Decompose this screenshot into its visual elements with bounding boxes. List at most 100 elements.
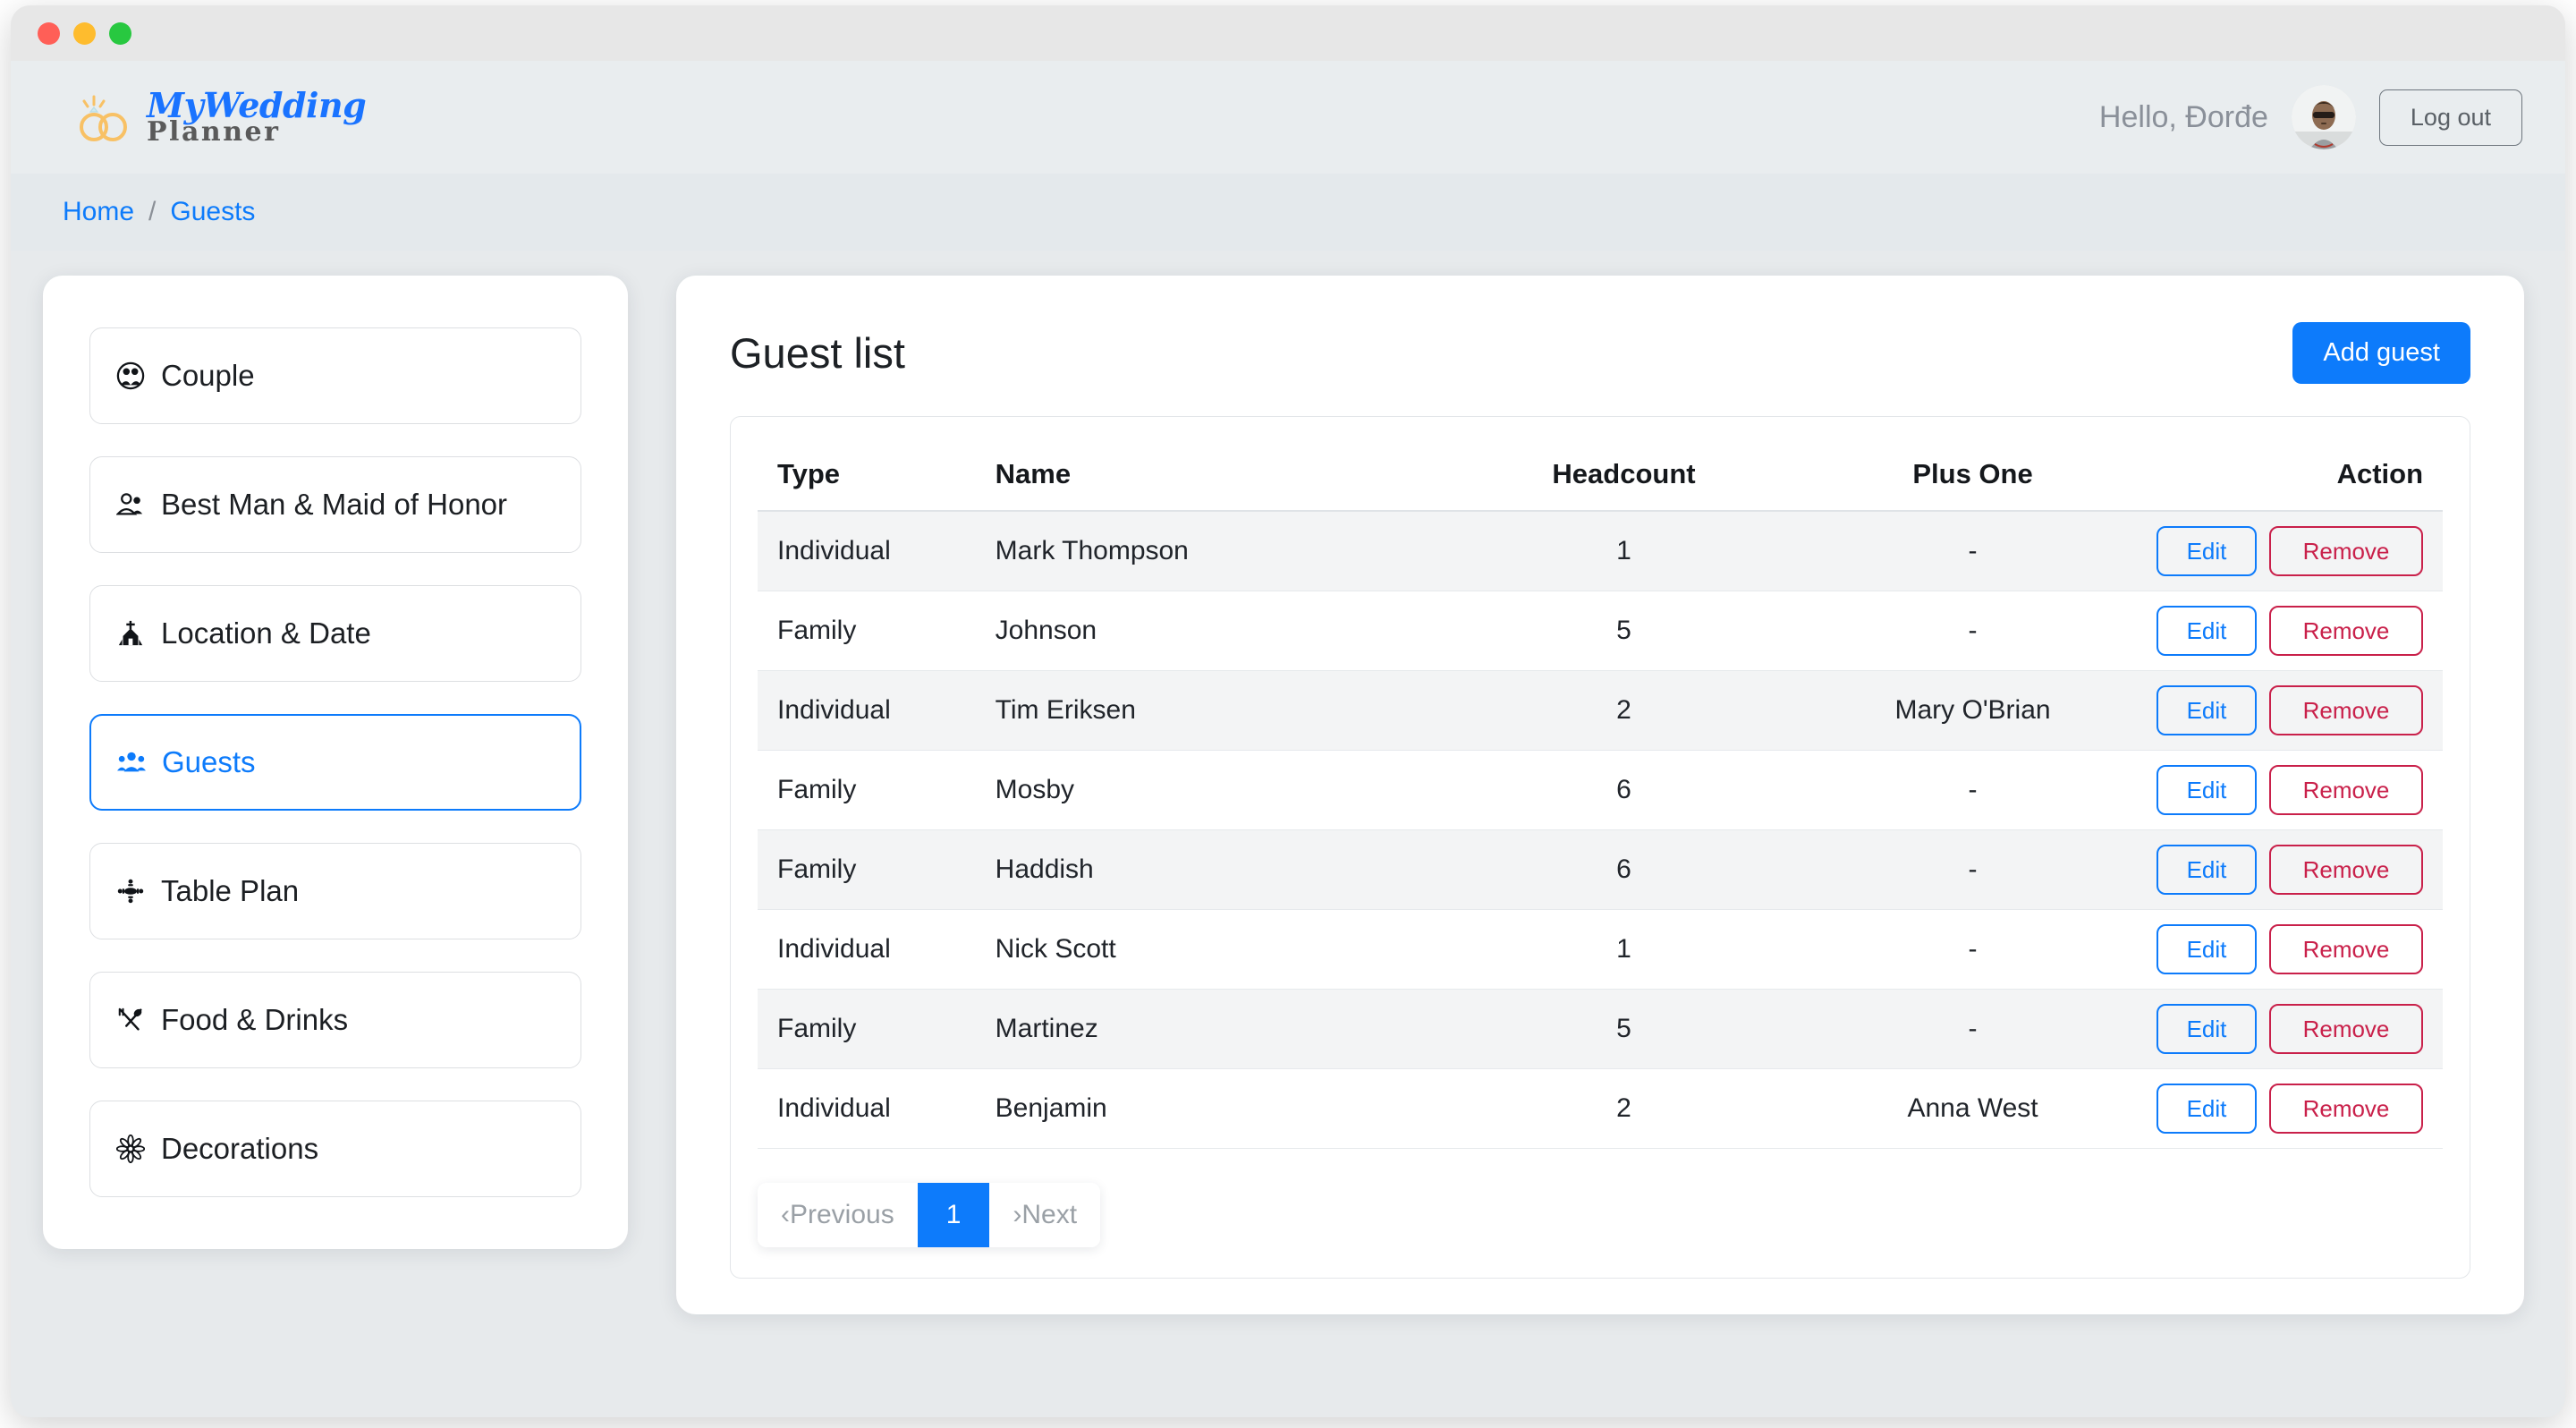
table-head: Type Name Headcount Plus One Action [758,442,2443,512]
guest-table: Type Name Headcount Plus One Action Indi… [758,442,2443,1149]
logout-button[interactable]: Log out [2378,89,2522,146]
cell-headcount: 6 [1449,750,1799,830]
remove-button[interactable]: Remove [2269,684,2423,735]
sidebar-item-label: Decorations [161,1132,319,1165]
cell-headcount: 6 [1449,829,1799,910]
pagination: ‹Previous 1 ›Next [758,1182,1101,1247]
breadcrumb-separator: / [148,197,157,226]
edit-button[interactable]: Edit [2157,525,2257,576]
edit-button[interactable]: Edit [2157,1083,2257,1134]
pagination-page-1-button[interactable]: 1 [917,1182,990,1247]
sidebar-item-guests[interactable]: Guests [89,714,581,811]
table-row: Individual Tim Eriksen 2 Mary O'Brian Edit Re… [758,670,2443,751]
cell-headcount: 2 [1449,1068,1799,1149]
cell-plus-one: - [1798,829,2148,910]
pagination-previous-button[interactable]: ‹Previous [758,1182,918,1247]
breadcrumb-item-home[interactable]: Home [63,197,134,227]
edit-button[interactable]: Edit [2157,844,2257,895]
sidebar-item-couple[interactable]: Couple [89,327,581,424]
cell-headcount: 2 [1449,670,1799,751]
greeting-text: Hello, Đorđe [2098,99,2268,134]
sidebar-item-label: Location & Date [161,616,371,650]
wedding-rings-icon [73,88,132,147]
row-action-group: Edit Remove [2157,1083,2423,1134]
header-user-area: Hello, Đorđe Log out [2099,85,2522,149]
sidebar-item-label: Guests [162,745,256,778]
pagination-next-button[interactable]: ›Next [989,1182,1101,1247]
window-titlebar [11,5,2565,61]
cutlery-icon [115,1005,146,1035]
column-header-action: Action [2148,442,2443,512]
guest-list-panel: Guest list Add guest Type Name Headcount… [676,276,2524,1314]
sidebar-item-label: Food & Drinks [161,1003,349,1036]
row-action-group: Edit Remove [2157,844,2423,895]
sidebar-item-food-drinks[interactable]: Food & Drinks [89,972,581,1068]
column-header-headcount: Headcount [1449,442,1799,512]
table-row: Individual Mark Thompson 1- Edit Remove [758,511,2443,591]
app-logo[interactable]: MyWedding Planner [73,88,367,147]
edit-button[interactable]: Edit [2157,605,2257,656]
cell-type: Individual [758,909,987,990]
cell-name: Mark Thompson [986,511,1450,591]
sidebar-item-location-date[interactable]: Location & Date [89,585,581,682]
cell-name: Benjamin [986,1068,1450,1149]
breadcrumb: Home / Guests [11,174,2565,251]
column-header-name: Name [986,442,1450,512]
remove-button[interactable]: Remove [2269,605,2423,656]
cell-type: Family [758,989,987,1069]
cell-action: Edit Remove [2148,829,2443,910]
panel-header: Guest list Add guest [730,322,2470,384]
close-window-button[interactable] [38,21,60,45]
cell-name: Martinez [986,989,1450,1069]
minimize-window-button[interactable] [73,21,96,45]
add-guest-button[interactable]: Add guest [2292,322,2470,384]
row-action-group: Edit Remove [2157,923,2423,974]
remove-button[interactable]: Remove [2269,764,2423,815]
cell-action: Edit Remove [2148,511,2443,591]
cell-name: Tim Eriksen [986,670,1450,751]
cell-action: Edit Remove [2148,1068,2443,1149]
cell-action: Edit Remove [2148,670,2443,751]
remove-button[interactable]: Remove [2269,1083,2423,1134]
cell-action: Edit Remove [2148,750,2443,830]
edit-button[interactable]: Edit [2157,684,2257,735]
table-row: Individual Benjamin 2 Anna West Edit Remove [758,1068,2443,1149]
maximize-window-button[interactable] [109,21,131,45]
breadcrumb-item-guests[interactable]: Guests [170,197,255,227]
cell-type: Individual [758,511,987,591]
remove-button[interactable]: Remove [2269,844,2423,895]
sidebar-nav: Couple Best Man & Maid of Honor Location… [43,276,628,1249]
sidebar-item-best-man-maid-of-honor[interactable]: Best Man & Maid of Honor [89,456,581,553]
cell-type: Individual [758,1068,987,1149]
sidebar-item-decorations[interactable]: Decorations [89,1101,581,1197]
page-title: Guest list [730,329,905,377]
cell-plus-one: - [1798,909,2148,990]
cell-plus-one: - [1798,750,2148,830]
edit-button[interactable]: Edit [2157,1003,2257,1054]
cell-action: Edit Remove [2148,591,2443,671]
edit-button[interactable]: Edit [2157,764,2257,815]
cell-headcount: 1 [1449,511,1799,591]
column-header-plus-one: Plus One [1798,442,2148,512]
remove-button[interactable]: Remove [2269,525,2423,576]
remove-button[interactable]: Remove [2269,923,2423,974]
sidebar-item-table-plan[interactable]: Table Plan [89,843,581,939]
avatar[interactable] [2291,85,2356,149]
table-row: Family Mosby 6- Edit Remove [758,750,2443,830]
row-action-group: Edit Remove [2157,605,2423,656]
cell-headcount: 5 [1449,989,1799,1069]
row-action-group: Edit Remove [2157,764,2423,815]
cell-headcount: 5 [1449,591,1799,671]
row-action-group: Edit Remove [2157,684,2423,735]
cell-name: Johnson [986,591,1450,671]
row-action-group: Edit Remove [2157,1003,2423,1054]
remove-button[interactable]: Remove [2269,1003,2423,1054]
cell-type: Family [758,829,987,910]
app-header: MyWedding Planner Hello, Đorđe Log out [11,61,2565,174]
edit-button[interactable]: Edit [2157,923,2257,974]
sidebar-item-label: Couple [161,359,255,392]
cell-type: Family [758,750,987,830]
table-row: Individual Nick Scott 1- Edit Remove [758,909,2443,990]
cell-plus-one: - [1798,511,2148,591]
cell-type: Family [758,591,987,671]
